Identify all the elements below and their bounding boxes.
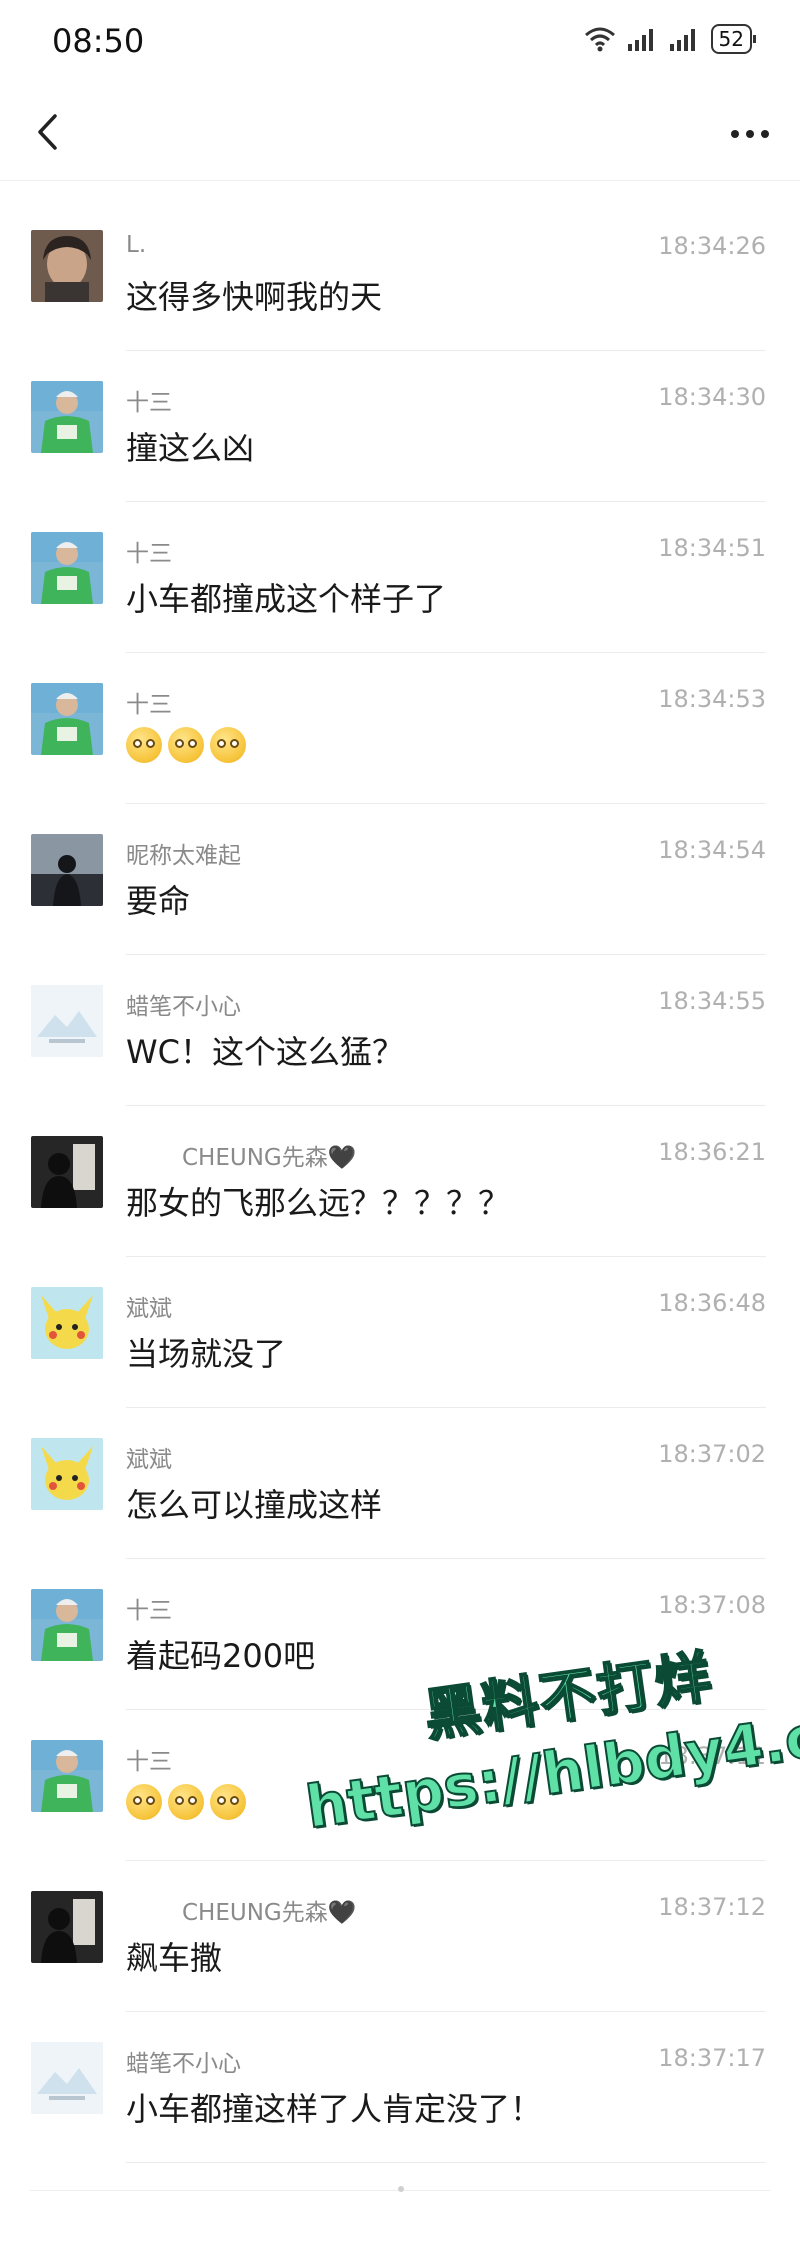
message-text: WC！这个这么猛？ [126,1033,404,1071]
pleading-face-icon [210,727,246,763]
more-button[interactable] [720,104,780,164]
message-time: 18:36:48 [658,1289,766,1317]
avatar[interactable] [31,230,103,302]
pleading-face-icon [126,1784,162,1820]
message-text: 当场就没了 [126,1335,287,1373]
emoji-row [126,1784,246,1820]
signal-icon-2 [669,29,695,51]
sender-name: CHEUNG先森🖤 [182,1900,357,1926]
message-text: 小车都撞成这个样子了 [126,580,447,618]
message-text: 要命 [126,882,191,920]
sender-name: 昵称太难起 [126,843,241,869]
divider [126,2162,766,2163]
avatar[interactable] [31,1891,103,1963]
sender-name: 斌斌 [126,1447,172,1473]
sender-name: CHEUNG先森🖤 [182,1145,357,1171]
message-time: 18:34:54 [658,836,766,864]
chat-message[interactable]: 昵称太难起 18:34:54 要命 [0,804,800,955]
nav-bar [0,90,800,181]
sender-name: 十三 [126,390,172,416]
message-time: 18:37:11 [658,1742,766,1770]
battery-icon: 52 [710,24,757,54]
avatar[interactable] [31,985,103,1057]
sender-name: 十三 [126,692,172,718]
message-time: 18:34:55 [658,987,766,1015]
message-time: 18:34:53 [658,685,766,713]
sender-name: 蜡笔不小心 [126,994,241,1020]
message-time: 18:37:17 [658,2044,766,2072]
sender-name: L. [126,232,147,258]
avatar[interactable] [31,381,103,453]
back-button[interactable] [22,102,72,162]
avatar[interactable] [31,1589,103,1661]
avatar[interactable] [31,1740,103,1812]
message-time: 18:36:21 [658,1138,766,1166]
chat-message[interactable]: 十三 18:37:11 [0,1710,800,1861]
sender-name: 十三 [126,1598,172,1624]
chat-message[interactable]: 十三 18:37:08 着起码200吧 [0,1559,800,1710]
avatar[interactable] [31,1136,103,1208]
chat-message[interactable]: 蜡笔不小心 18:34:55 WC！这个这么猛？ [0,955,800,1106]
avatar[interactable] [31,1287,103,1359]
message-text: 飙车撒 [126,1939,223,1977]
status-icons: 52 [583,24,757,54]
pleading-face-icon [126,727,162,763]
avatar[interactable] [31,2042,103,2114]
sender-name: 十三 [126,541,172,567]
pleading-face-icon [210,1784,246,1820]
avatar[interactable] [31,834,103,906]
message-time: 18:34:51 [658,534,766,562]
avatar[interactable] [31,532,103,604]
chat-message[interactable]: 十三 18:34:30 撞这么凶 [0,351,800,502]
message-text: 着起码200吧 [126,1637,316,1675]
message-time: 18:37:12 [658,1893,766,1921]
emoji-row [126,727,246,763]
chat-message[interactable]: 斌斌 18:37:02 怎么可以撞成这样 [0,1408,800,1559]
chat-message[interactable]: L. 18:34:26 这得多快啊我的天 [0,200,800,351]
more-horizontal-icon [731,130,769,138]
sender-name: 斌斌 [126,1296,172,1322]
message-text: 这得多快啊我的天 [126,278,383,316]
avatar[interactable] [31,683,103,755]
pleading-face-icon [168,727,204,763]
status-bar: 08:50 52 [0,0,800,80]
message-time: 18:37:02 [658,1440,766,1468]
avatar[interactable] [31,1438,103,1510]
chat-message[interactable]: 斌斌 18:36:48 当场就没了 [0,1257,800,1408]
message-text: 小车都撞这样了人肯定没了！ [126,2090,543,2128]
message-time: 18:34:26 [658,232,766,260]
message-text: 撞这么凶 [126,429,255,467]
message-text: 那女的飞那么远？？？？？ [126,1184,511,1222]
chat-message[interactable]: 十三 18:34:51 小车都撞成这个样子了 [0,502,800,653]
chat-message[interactable]: CHEUNG先森🖤 18:37:12 飙车撒 [0,1861,800,2012]
chevron-left-icon [38,114,57,150]
signal-icon [627,29,653,51]
message-time: 18:37:08 [658,1591,766,1619]
pleading-face-icon [168,1784,204,1820]
chat-message[interactable]: 蜡笔不小心 18:37:17 小车都撞这样了人肯定没了！ [0,2012,800,2163]
chat-message[interactable]: 十三 18:34:53 [0,653,800,804]
message-text: 怎么可以撞成这样 [126,1486,383,1524]
wifi-icon [584,27,615,52]
scroll-indicator [398,2186,404,2192]
sender-name: 蜡笔不小心 [126,2051,241,2077]
sender-name: 十三 [126,1749,172,1775]
chat-message[interactable]: CHEUNG先森🖤 18:36:21 那女的飞那么远？？？？？ [0,1106,800,1257]
message-time: 18:34:30 [658,383,766,411]
status-time: 08:50 [52,22,145,60]
